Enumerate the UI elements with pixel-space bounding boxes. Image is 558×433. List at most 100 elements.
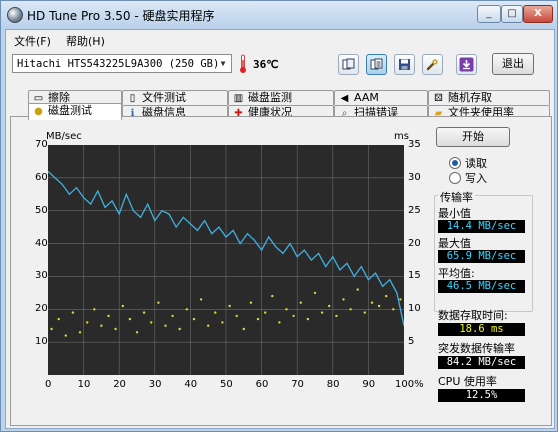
- access-time-value: 18.6 ms: [438, 323, 525, 336]
- x-axis-tick-label: 0: [45, 379, 52, 390]
- right-axis-tick-label: 25: [408, 204, 421, 216]
- right-axis-tick-label: 10: [408, 303, 421, 315]
- benchmark-panel: MB/sec ms 70 60 50 40 30 20 10 35 30 25 20 15 10 5 0…: [10, 116, 552, 426]
- chevron-down-icon[interactable]: ▼: [215, 55, 231, 72]
- access-time-point: [71, 311, 75, 314]
- radio-write-dot[interactable]: [449, 172, 461, 184]
- access-time-point: [93, 308, 96, 311]
- title-bar[interactable]: HD Tune Pro 3.50 - 硬盘实用程序 _ □ X: [1, 1, 557, 29]
- burst-rate-value: 84.2 MB/sec: [438, 356, 525, 369]
- copy-button[interactable]: [338, 54, 359, 75]
- access-time-point: [135, 331, 139, 334]
- speaker-icon: ◀: [340, 93, 349, 104]
- dice-icon: ⚄: [434, 93, 443, 104]
- access-time-point: [207, 324, 210, 327]
- access-time-point: [214, 311, 217, 314]
- cpu-usage-label: CPU 使用率: [438, 375, 497, 388]
- access-time-point: [285, 308, 288, 311]
- menu-bar: 文件(F) 帮助(H): [6, 30, 554, 50]
- exit-button[interactable]: 退出: [492, 53, 534, 75]
- access-time-point: [363, 311, 366, 314]
- x-axis-tick-label: 40: [184, 379, 198, 390]
- minimize-button[interactable]: _: [477, 5, 501, 23]
- access-time-point: [292, 314, 295, 318]
- right-axis-tick-label: 15: [408, 270, 421, 282]
- left-axis-tick-label: 20: [35, 303, 48, 315]
- access-time-point: [164, 324, 167, 327]
- access-time-label: 数据存取时间:: [438, 309, 508, 322]
- left-axis-tick-label: 40: [35, 237, 48, 249]
- start-button[interactable]: 开始: [436, 127, 510, 147]
- x-axis-tick-label: 80: [326, 379, 340, 390]
- x-axis-tick-label: 20: [113, 379, 126, 390]
- avg-value: 46.5 MB/sec: [438, 280, 525, 293]
- access-time-point: [306, 317, 310, 321]
- tools-button[interactable]: [422, 54, 443, 75]
- transfer-rate-label: 传输率: [438, 189, 475, 205]
- access-time-point: [370, 301, 374, 304]
- save-button[interactable]: [394, 54, 415, 75]
- access-time-point: [377, 304, 381, 308]
- max-value: 65.9 MB/sec: [438, 250, 525, 263]
- x-axis-tick-label: 90: [362, 379, 376, 390]
- access-time-point: [185, 308, 188, 311]
- maximize-button[interactable]: □: [501, 5, 523, 23]
- toolbar: Hitachi HTS543225L9A300 (250 GB) ▼ 36℃ 退…: [6, 50, 554, 80]
- access-time-point: [57, 317, 60, 321]
- menu-help[interactable]: 帮助(H): [66, 33, 105, 49]
- tab-file-test[interactable]: ▯ 文件测试: [122, 90, 228, 105]
- tab-random-access[interactable]: ⚄ 随机存取: [428, 90, 550, 105]
- x-axis-tick-label: 60: [255, 379, 269, 390]
- access-time-point: [199, 298, 203, 301]
- client-area: 文件(F) 帮助(H) Hitachi HTS543225L9A300 (250…: [5, 29, 555, 429]
- benchmark-chart: [47, 145, 405, 375]
- left-axis-tick-label: 50: [35, 204, 48, 216]
- left-axis-tick-label: 10: [35, 336, 48, 348]
- temperature-readout: 36℃: [253, 58, 279, 71]
- access-time-point: [114, 327, 117, 331]
- left-axis-tick-label: 30: [35, 270, 48, 282]
- thermometer-icon: [240, 54, 246, 73]
- read-radio[interactable]: 读取: [449, 155, 487, 171]
- drive-select[interactable]: Hitachi HTS543225L9A300 (250 GB) ▼: [12, 54, 232, 73]
- lightbulb-icon: ●: [34, 106, 43, 117]
- access-time-point: [157, 301, 160, 304]
- access-time-point: [50, 327, 53, 331]
- tab-disk-benchmark[interactable]: ● 磁盘测试: [28, 103, 122, 120]
- close-button[interactable]: X: [523, 5, 553, 23]
- left-axis-tick-label: 70: [35, 139, 48, 150]
- tools-icon: [426, 59, 438, 71]
- x-axis-tick-label: 50: [220, 379, 233, 390]
- drive-select-value: Hitachi HTS543225L9A300 (250 GB): [17, 58, 220, 70]
- chart-plot-area: [47, 145, 405, 375]
- access-time-point: [78, 331, 82, 334]
- access-time-point: [328, 304, 331, 308]
- radio-read-dot[interactable]: [449, 157, 461, 169]
- right-axis-tick-label: 20: [408, 237, 421, 249]
- copy-text-button[interactable]: [366, 54, 387, 75]
- access-time-point: [192, 317, 196, 321]
- access-time-point: [121, 304, 125, 308]
- right-axis-tick-label: 5: [408, 336, 415, 348]
- tab-aam[interactable]: ◀ AAM: [334, 90, 428, 105]
- write-radio[interactable]: 写入: [449, 170, 487, 186]
- left-axis-unit: MB/sec: [46, 131, 82, 142]
- save-icon: [399, 59, 410, 70]
- menu-file[interactable]: 文件(F): [14, 33, 51, 49]
- download-icon: [459, 57, 474, 72]
- access-time-point: [107, 314, 110, 318]
- access-time-point: [399, 298, 402, 301]
- right-axis-tick-label: 30: [408, 171, 421, 183]
- copy-text-icon: [370, 58, 383, 70]
- x-axis-tick-label: 30: [148, 379, 162, 390]
- download-button[interactable]: [456, 54, 477, 75]
- access-time-point: [299, 301, 302, 304]
- tab-disk-monitor[interactable]: ▥ 磁盘监测: [228, 90, 334, 105]
- access-time-point: [392, 308, 395, 311]
- x-axis-tick-label: 100%: [395, 379, 424, 390]
- access-time-point: [278, 321, 281, 324]
- access-time-point: [178, 327, 181, 331]
- access-time-point: [235, 314, 238, 318]
- access-time-point: [342, 298, 345, 301]
- access-time-point: [264, 311, 267, 314]
